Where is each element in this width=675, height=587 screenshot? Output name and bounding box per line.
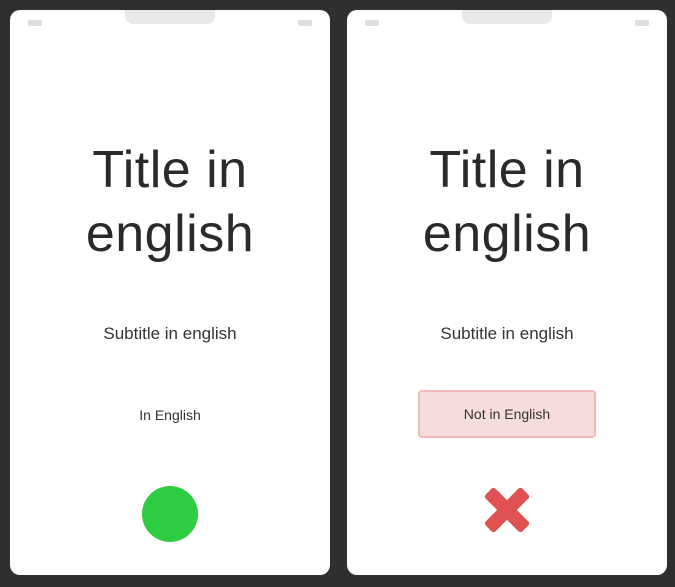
- page-subtitle: Subtitle in english: [440, 324, 574, 343]
- status-time-placeholder: [28, 20, 42, 26]
- x-mark-icon: [483, 486, 531, 534]
- page-subtitle: Subtitle in english: [103, 324, 237, 343]
- status-bar: [347, 10, 667, 36]
- status-battery-placeholder: [635, 20, 649, 26]
- device-notch: [125, 10, 215, 24]
- comparison-stage: Title in english Subtitle in english In …: [0, 0, 675, 587]
- status-battery-placeholder: [298, 20, 312, 26]
- phone-screen-incorrect: Title in english Subtitle in english Not…: [347, 10, 667, 575]
- status-bar: [10, 10, 330, 36]
- answer-field[interactable]: In English: [100, 398, 240, 432]
- page-title: Title in english: [85, 141, 255, 263]
- check-circle-icon: [142, 486, 198, 542]
- page-title: Title in english: [422, 141, 592, 263]
- device-notch: [462, 10, 552, 24]
- status-time-placeholder: [365, 20, 379, 26]
- phone-screen-correct: Title in english Subtitle in english In …: [10, 10, 330, 575]
- answer-field-error[interactable]: Not in English: [418, 390, 596, 438]
